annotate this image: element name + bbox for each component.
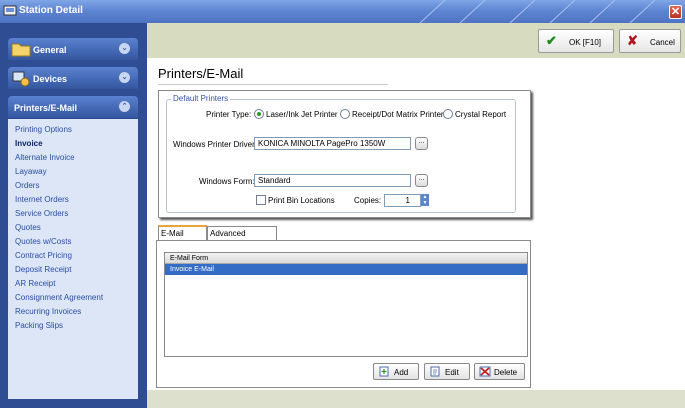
copies-spinner-icon[interactable]: ▲ ▼	[421, 194, 429, 206]
add-document-icon	[379, 366, 389, 377]
cancel-x-icon: ✘	[627, 33, 638, 48]
nav-item-layaway[interactable]: Layaway	[15, 167, 47, 176]
station-icon	[3, 5, 17, 16]
cancel-button[interactable]: ✘ Cancel	[619, 29, 681, 53]
ok-button[interactable]: ✔ OK [F10]	[538, 29, 614, 53]
nav-item-ar-receipt[interactable]: AR Receipt	[15, 279, 55, 288]
email-forms-list: E-Mail Form Invoice E-Mail	[164, 252, 528, 357]
nav-item-consignment-agreement[interactable]: Consignment Agreement	[15, 293, 103, 302]
radio-receipt-dot-matrix[interactable]	[340, 109, 350, 119]
nav-item-quotes[interactable]: Quotes	[15, 223, 41, 232]
nav-group-label: General	[33, 45, 67, 55]
printer-driver-field[interactable]: KONICA MINOLTA PagePro 1350W	[254, 137, 411, 150]
toolbar: ✔ OK [F10] ✘ Cancel	[147, 23, 685, 58]
nav-group-label: Printers/E-Mail	[14, 103, 78, 113]
printer-driver-browse-button[interactable]: ...	[415, 137, 428, 150]
nav-item-alternate-invoice[interactable]: Alternate Invoice	[15, 153, 75, 162]
checkmark-icon: ✔	[546, 33, 557, 48]
nav-item-recurring-invoices[interactable]: Recurring Invoices	[15, 307, 81, 316]
delete-button[interactable]: Delete	[474, 363, 525, 380]
delete-button-label: Delete	[494, 368, 518, 377]
list-item[interactable]: Invoice E-Mail	[165, 264, 527, 275]
cancel-button-label: Cancel	[650, 38, 675, 47]
devices-icon	[12, 71, 30, 87]
nav-group-label: Devices	[33, 74, 68, 84]
chevron-down-icon[interactable]: ⌄	[119, 43, 130, 54]
tab-email-forms[interactable]: E-Mail Forms	[158, 225, 207, 251]
delete-x-icon	[479, 366, 491, 377]
print-bin-locations-label[interactable]: Print Bin Locations	[268, 196, 335, 205]
edit-button-label: Edit	[445, 368, 459, 377]
nav-item-orders[interactable]: Orders	[15, 181, 39, 190]
windows-form-field[interactable]: Standard	[254, 174, 411, 187]
window-titlebar: Station Detail ✕	[0, 0, 685, 23]
add-button-label: Add	[394, 368, 409, 377]
nav-item-internet-orders[interactable]: Internet Orders	[15, 195, 69, 204]
default-printers-legend: Default Printers	[171, 94, 231, 103]
title-divider	[158, 84, 388, 85]
copies-label: Copies:	[354, 196, 382, 205]
windows-form-browse-button[interactable]: ...	[415, 174, 428, 187]
nav-group-devices[interactable]: Devices ⌄	[8, 67, 138, 89]
tab-advanced-printing[interactable]: Advanced Printing	[207, 226, 277, 251]
nav-item-service-orders[interactable]: Service Orders	[15, 209, 68, 218]
nav-item-deposit-receipt[interactable]: Deposit Receipt	[15, 265, 71, 274]
radio-laser-inkjet[interactable]	[254, 109, 264, 119]
edit-button[interactable]: Edit	[424, 363, 470, 380]
nav-item-printing-options[interactable]: Printing Options	[15, 125, 72, 134]
nav-item-invoice[interactable]: Invoice	[15, 139, 43, 148]
chevron-down-icon[interactable]: ⌄	[119, 72, 130, 83]
sidebar: General ⌄ Devices ⌄ Printers/E-Mail ⌃ Pr…	[0, 23, 147, 408]
windows-form-label: Windows Form:	[199, 177, 255, 186]
chevron-up-icon[interactable]: ⌃	[119, 101, 130, 112]
copies-field[interactable]: 1	[384, 194, 421, 207]
nav-item-packing-slips[interactable]: Packing Slips	[15, 321, 63, 330]
printer-driver-label: Windows Printer Driver:	[173, 140, 258, 149]
page-title: Printers/E-Mail	[158, 66, 244, 81]
titlebar-decoration	[419, 0, 656, 23]
window-title: Station Detail	[19, 5, 83, 16]
folder-icon	[11, 43, 31, 57]
nav-item-contract-pricing[interactable]: Contract Pricing	[15, 251, 72, 260]
bottom-area	[147, 390, 685, 408]
ok-button-label: OK [F10]	[569, 38, 602, 47]
radio-crystal-report[interactable]	[443, 109, 453, 119]
edit-document-icon	[430, 366, 440, 377]
add-button[interactable]: Add	[373, 363, 419, 380]
nav-panel: Printing Options Invoice Alternate Invoi…	[8, 119, 138, 399]
email-form-column-header[interactable]: E-Mail Form	[165, 253, 527, 264]
radio-receipt-dot-matrix-label[interactable]: Receipt/Dot Matrix Printer	[352, 110, 444, 119]
nav-group-general[interactable]: General ⌄	[8, 38, 138, 60]
nav-group-printers-email[interactable]: Printers/E-Mail ⌃	[8, 96, 138, 118]
printer-type-label: Printer Type:	[206, 110, 252, 119]
radio-crystal-report-label[interactable]: Crystal Report	[455, 110, 506, 119]
close-button[interactable]: ✕	[669, 5, 682, 19]
radio-laser-inkjet-label[interactable]: Laser/Ink Jet Printer	[266, 110, 338, 119]
print-bin-locations-checkbox[interactable]	[256, 195, 266, 205]
nav-item-quotes-w-costs[interactable]: Quotes w/Costs	[15, 237, 71, 246]
